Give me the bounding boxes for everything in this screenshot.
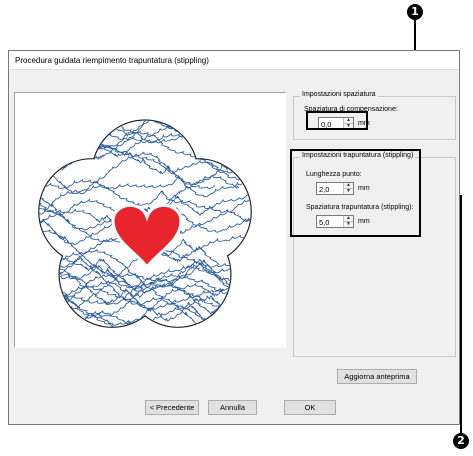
stipple-preview-canvas	[38, 119, 252, 328]
callout-2-line-vertical	[460, 195, 462, 433]
ok-button[interactable]: OK	[284, 400, 336, 415]
back-button[interactable]: < Precedente	[145, 400, 199, 415]
stipple-preview	[14, 92, 286, 348]
callout-badge-1: 1	[407, 4, 423, 20]
window-title: Procedura guidata riempimento trapuntatu…	[15, 56, 209, 65]
callout-badge-2: 2	[453, 433, 469, 449]
cancel-button[interactable]: Annulla	[208, 400, 257, 415]
refresh-preview-button[interactable]: Aggiorna anteprima	[337, 369, 417, 384]
title-bar: Procedura guidata riempimento trapuntatu…	[9, 51, 459, 70]
spacing-settings-title: Impostazioni spaziatura	[300, 91, 378, 98]
wizard-dialog: Procedura guidata riempimento trapuntatu…	[8, 50, 460, 425]
callout-2-highlight	[290, 149, 421, 237]
callout-1-highlight	[306, 111, 368, 130]
